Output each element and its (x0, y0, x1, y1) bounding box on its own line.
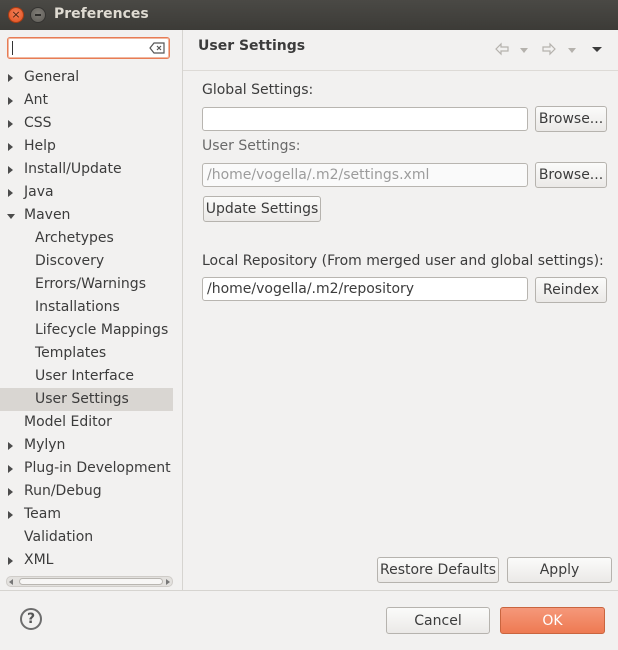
collapsed-triangle-icon[interactable] (8, 442, 13, 450)
tree-item-label: User Settings (35, 391, 129, 407)
tree-horizontal-scrollbar[interactable] (6, 576, 173, 587)
collapsed-triangle-icon[interactable] (8, 166, 13, 174)
filter-input[interactable] (7, 37, 170, 59)
tree-item-label: Run/Debug (24, 483, 102, 499)
update-settings-button[interactable]: Update Settings (203, 196, 321, 222)
tree-item[interactable]: CSS (0, 112, 173, 135)
local-repository-input[interactable]: /home/vogella/.m2/repository (202, 277, 528, 301)
close-window-button[interactable]: × (8, 7, 24, 23)
tree-item-label: Mylyn (24, 437, 66, 453)
scrollbar-thumb[interactable] (19, 578, 163, 585)
user-settings-input[interactable]: /home/vogella/.m2/settings.xml (202, 163, 528, 187)
tree-item-label: Validation (24, 529, 94, 545)
tree-item-label: Plug-in Development (24, 460, 171, 476)
tree-item[interactable]: Lifecycle Mappings (0, 319, 173, 342)
forward-dropdown-icon[interactable] (567, 42, 577, 56)
tree-item[interactable]: User Interface (0, 365, 173, 388)
tree-item-label: Installations (35, 299, 120, 315)
tree-item[interactable]: Errors/Warnings (0, 273, 173, 296)
collapsed-triangle-icon[interactable] (8, 143, 13, 151)
collapsed-triangle-icon[interactable] (8, 488, 13, 496)
back-arrow-icon[interactable] (494, 42, 510, 56)
tree-item-label: Lifecycle Mappings (35, 322, 169, 338)
tree-item[interactable]: Help (0, 135, 173, 158)
tree-item-label: Ant (24, 92, 48, 108)
preference-tree[interactable]: General Ant CSS Help Install/Update Java Maven… (0, 66, 182, 571)
text-caret (12, 41, 13, 55)
window-title: Preferences (54, 6, 149, 22)
collapsed-triangle-icon[interactable] (8, 120, 13, 128)
back-dropdown-icon[interactable] (519, 42, 529, 56)
page-title: User Settings (198, 38, 306, 54)
tree-item[interactable]: General (0, 66, 173, 89)
tree-item-label: Archetypes (35, 230, 114, 246)
tree-item[interactable]: Installations (0, 296, 173, 319)
tree-item[interactable]: Mylyn (0, 434, 173, 457)
tree-item-label: Team (24, 506, 62, 522)
tree-item[interactable]: Run/Debug (0, 480, 173, 503)
tree-item-label: Model Editor (24, 414, 112, 430)
tree-item[interactable]: Maven (0, 204, 173, 227)
forward-arrow-icon[interactable] (541, 42, 557, 56)
tree-item-label: User Interface (35, 368, 135, 384)
collapsed-triangle-icon[interactable] (8, 74, 13, 82)
scroll-right-icon[interactable] (166, 579, 170, 585)
tree-item[interactable]: Install/Update (0, 158, 173, 181)
tree-item[interactable]: Archetypes (0, 227, 173, 250)
local-repository-label: Local Repository (From merged user and g… (202, 253, 604, 269)
page-header: User Settings (183, 30, 618, 71)
global-settings-label: Global Settings: (202, 82, 314, 98)
tree-item-label: Install/Update (24, 161, 122, 177)
apply-button[interactable]: Apply (507, 557, 612, 583)
scroll-left-icon[interactable] (9, 579, 13, 585)
footer-divider (0, 590, 618, 591)
title-bar: × Preferences (0, 0, 618, 30)
tree-item-label: Help (24, 138, 56, 154)
tree-item-label: Maven (24, 207, 71, 223)
tree-item-label: CSS (24, 115, 52, 131)
tree-item[interactable]: Templates (0, 342, 173, 365)
tree-item[interactable]: Validation (0, 526, 173, 549)
expanded-triangle-icon[interactable] (7, 214, 15, 219)
clear-filter-icon[interactable] (149, 42, 165, 54)
help-icon[interactable]: ? (20, 608, 42, 630)
tree-item[interactable]: Discovery (0, 250, 173, 273)
user-settings-label: User Settings: (202, 138, 301, 154)
collapsed-triangle-icon[interactable] (8, 189, 13, 197)
tree-item[interactable]: XML (0, 549, 173, 571)
tree-item-label: Java (24, 184, 54, 200)
tree-item[interactable]: Plug-in Development (0, 457, 173, 480)
collapsed-triangle-icon[interactable] (8, 465, 13, 473)
reindex-button[interactable]: Reindex (535, 277, 607, 303)
minimize-window-button[interactable] (30, 7, 46, 23)
tree-item[interactable]: User Settings (0, 388, 173, 411)
tree-item-label: Templates (35, 345, 107, 361)
tree-item-label: General (24, 69, 80, 85)
tree-item[interactable]: Java (0, 181, 173, 204)
browse-global-button[interactable]: Browse... (535, 106, 607, 132)
tree-item[interactable]: Model Editor (0, 411, 173, 434)
collapsed-triangle-icon[interactable] (8, 97, 13, 105)
ok-button[interactable]: OK (500, 607, 605, 634)
view-menu-icon[interactable] (591, 42, 603, 56)
collapsed-triangle-icon[interactable] (8, 511, 13, 519)
global-settings-input[interactable] (202, 107, 528, 131)
tree-item-label: Discovery (35, 253, 105, 269)
tree-item-label: XML (24, 552, 54, 568)
tree-item-label: Errors/Warnings (35, 276, 146, 292)
tree-item[interactable]: Team (0, 503, 173, 526)
cancel-button[interactable]: Cancel (386, 607, 490, 634)
restore-defaults-button[interactable]: Restore Defaults (377, 557, 499, 583)
pane-divider (182, 30, 183, 590)
browse-user-button[interactable]: Browse... (535, 162, 607, 188)
collapsed-triangle-icon[interactable] (8, 557, 13, 565)
tree-item[interactable]: Ant (0, 89, 173, 112)
